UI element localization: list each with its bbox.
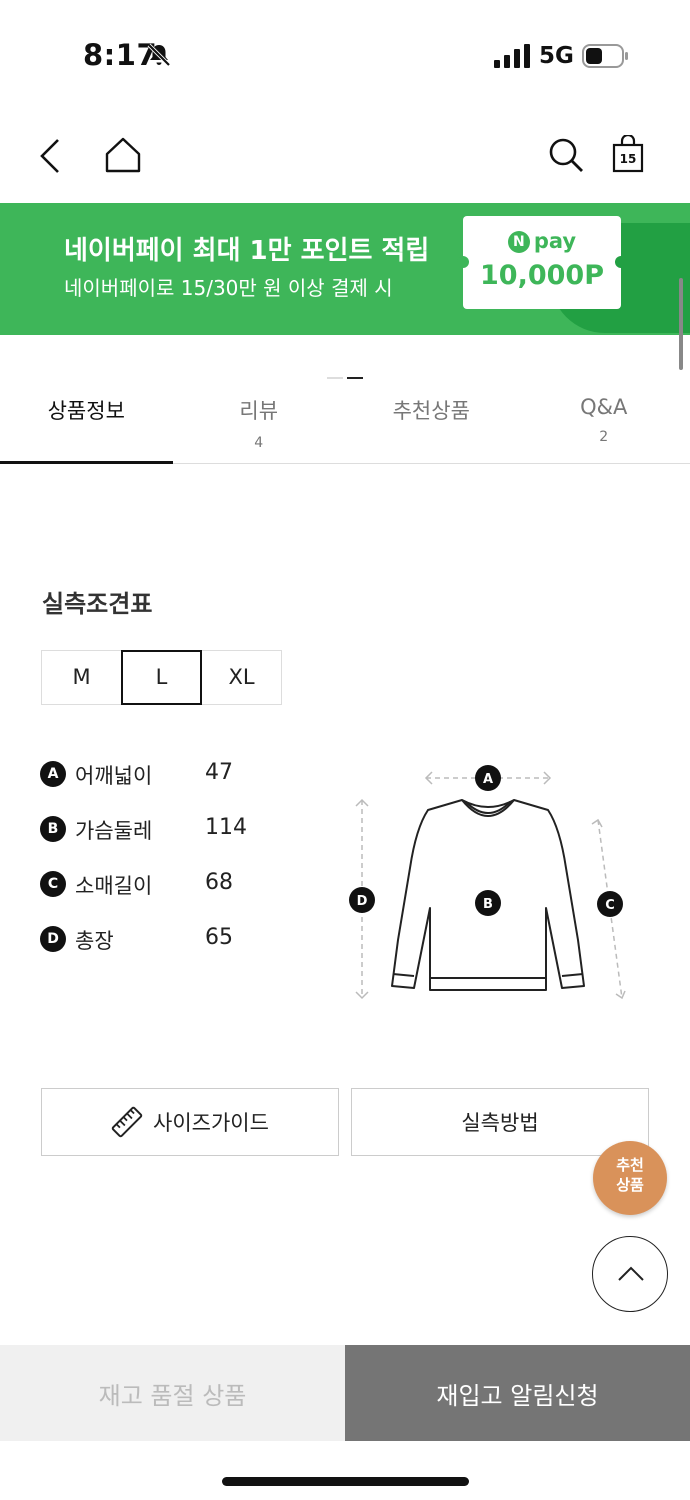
measurement-row: B 가슴둘레 114 [40, 815, 247, 870]
measure-label: 소매길이 [75, 874, 153, 898]
banner-subtitle: 네이버페이로 15/30만 원 이상 결제 시 [64, 276, 393, 300]
sweater-measurement-diagram: A B C D [349, 765, 626, 1000]
measure-label: 가슴둘레 [75, 819, 153, 843]
diagram-badge-a: A [475, 765, 501, 791]
product-tabs: 상품정보 리뷰 4 추천상품 Q&A 2 [0, 380, 690, 464]
ruler-icon [111, 1106, 143, 1138]
measure-key-badge: C [40, 871, 66, 897]
carousel-dot-active [347, 377, 363, 379]
home-indicator[interactable] [222, 1477, 469, 1486]
coupon-amount: 10,000P [480, 260, 604, 291]
diagram-label-d: D [357, 894, 368, 909]
measure-value: 65 [205, 925, 233, 950]
diagram-label-c: C [605, 898, 615, 913]
measure-value: 114 [205, 815, 247, 840]
tab-label: 추천상품 [392, 399, 470, 423]
diagram-badge-b: B [475, 890, 501, 916]
purchase-bar: 재고 품절 상품 재입고 알림신청 [0, 1345, 690, 1441]
diagram-label-a: A [483, 772, 493, 787]
status-bar: 8:17 5G [0, 0, 690, 110]
size-action-buttons: 사이즈가이드 실측방법 [41, 1088, 649, 1156]
measure-method-label: 실측방법 [461, 1111, 539, 1135]
measurement-row: D 총장 65 [40, 925, 247, 980]
tab-label: 리뷰 [239, 399, 279, 423]
scrollbar[interactable] [679, 278, 683, 370]
size-selector: M L XL [41, 650, 282, 705]
npay-pay-text: pay [533, 229, 577, 253]
size-option-xl[interactable]: XL [201, 650, 282, 705]
size-chart-title: 실측조견표 [42, 590, 153, 618]
measurement-row: A 어깨넓이 47 [40, 760, 247, 815]
home-icon[interactable] [104, 137, 142, 173]
point-coupon: Npay 10,000P [457, 216, 627, 309]
diagram-label-b: B [483, 897, 493, 912]
measure-value: 68 [205, 870, 233, 895]
size-guide-button[interactable]: 사이즈가이드 [41, 1088, 339, 1156]
measure-key-badge: D [40, 926, 66, 952]
cart-count-badge: 15 [619, 152, 637, 166]
measurement-row: C 소매길이 68 [40, 870, 247, 925]
sold-out-button[interactable]: 재고 품절 상품 [0, 1345, 345, 1441]
tab-label: Q&A [580, 395, 628, 419]
tab-label: 상품정보 [47, 399, 125, 423]
scroll-to-top-button[interactable] [592, 1236, 668, 1312]
diagram-badge-c: C [597, 891, 623, 917]
measure-label: 총장 [75, 929, 114, 953]
measure-key-badge: A [40, 761, 66, 787]
banner-title: 네이버페이 최대 1만 포인트 적립 [64, 236, 430, 266]
fab-label-line1: 추천 [616, 1156, 644, 1174]
npay-logo: Npay [463, 229, 621, 253]
tab-count: 4 [254, 435, 264, 451]
size-option-l[interactable]: L [121, 650, 202, 705]
tab-reviews[interactable]: 리뷰 4 [173, 380, 346, 463]
diagram-badge-d: D [349, 887, 375, 913]
measure-method-button[interactable]: 실측방법 [351, 1088, 649, 1156]
measure-value: 47 [205, 760, 233, 785]
carousel-dot [327, 377, 343, 379]
battery-icon [582, 44, 628, 68]
measurement-list: A 어깨넓이 47 B 가슴둘레 114 C 소매길이 68 D 총장 65 [40, 760, 247, 980]
search-icon[interactable] [548, 137, 584, 173]
bell-muted-icon [147, 43, 171, 67]
signal-icon [494, 44, 530, 68]
size-option-m[interactable]: M [41, 650, 122, 705]
fab-label-line2: 상품 [616, 1176, 644, 1194]
network-label: 5G [539, 43, 574, 69]
measure-key-badge: B [40, 816, 66, 842]
restock-alert-button[interactable]: 재입고 알림신청 [345, 1345, 690, 1441]
naverpay-promo-banner[interactable]: 네이버페이 최대 1만 포인트 적립 네이버페이로 15/30만 원 이상 결제… [0, 203, 690, 335]
recommended-products-fab[interactable]: 추천 상품 [593, 1141, 667, 1215]
tab-qna[interactable]: Q&A 2 [518, 380, 690, 463]
tab-count: 2 [599, 429, 609, 445]
top-nav: 15 [0, 125, 690, 187]
measure-label: 어깨넓이 [75, 764, 153, 788]
tab-recommended[interactable]: 추천상품 [345, 380, 518, 463]
npay-n-icon: N [507, 231, 530, 253]
chevron-left-icon[interactable] [38, 137, 64, 175]
chevron-up-icon [618, 1266, 644, 1281]
tab-product-info[interactable]: 상품정보 [0, 380, 173, 464]
size-guide-label: 사이즈가이드 [153, 1111, 269, 1135]
